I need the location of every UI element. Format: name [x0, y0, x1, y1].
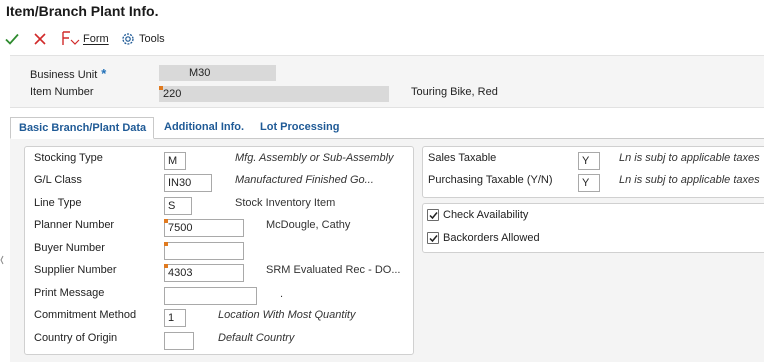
planner-number-label: Planner Number — [34, 219, 115, 231]
tab-bar: Basic Branch/Plant Data Additional Info.… — [10, 117, 764, 139]
flag-marker — [164, 242, 168, 246]
flag-marker — [164, 219, 168, 223]
business-unit-field[interactable]: M30 — [159, 65, 276, 81]
purchasing-taxable-desc: Ln is subj to applicable taxes — [619, 174, 760, 186]
stocking-type-desc: Mfg. Assembly or Sub-Assembly — [235, 152, 394, 164]
sales-taxable-desc: Ln is subj to applicable taxes — [619, 152, 760, 164]
print-message-desc: . — [280, 288, 284, 300]
tools-menu-label: Tools — [139, 33, 165, 45]
flag-marker — [159, 86, 163, 90]
commitment-method-input[interactable]: 1 — [164, 309, 186, 327]
purchasing-taxable-label: Purchasing Taxable (Y/N) — [428, 174, 553, 186]
toolbar: Form Tools — [0, 26, 764, 52]
item-description: Touring Bike, Red — [411, 86, 498, 98]
required-icon: * — [101, 66, 107, 81]
tab-additional-info[interactable]: Additional Info. — [156, 117, 252, 139]
commitment-method-label: Commitment Method — [34, 309, 137, 321]
item-number-label: Item Number — [30, 86, 94, 98]
chevron-left-icon — [0, 255, 4, 265]
line-type-desc: Stock Inventory Item — [235, 197, 336, 209]
tab-basic-branch-plant-data[interactable]: Basic Branch/Plant Data — [10, 117, 154, 139]
item-number-field[interactable]: 220 — [159, 86, 389, 102]
buyer-number-label: Buyer Number — [34, 242, 105, 254]
gl-class-desc: Manufactured Finished Go... — [235, 174, 374, 186]
commitment-method-desc: Location With Most Quantity — [218, 309, 356, 321]
checkmark-icon — [5, 33, 19, 45]
check-availability-label: Check Availability — [443, 209, 529, 221]
form-icon — [62, 31, 80, 45]
line-type-input[interactable]: S — [164, 197, 192, 215]
page-title: Item/Branch Plant Info. — [6, 3, 159, 19]
checkmark-icon — [429, 212, 438, 220]
gl-class-input[interactable]: IN30 — [164, 174, 212, 192]
buyer-number-input[interactable] — [164, 242, 244, 260]
ok-button[interactable] — [4, 29, 20, 49]
stocking-type-label: Stocking Type — [34, 152, 103, 164]
supplier-number-desc: SRM Evaluated Rec - DO... — [266, 264, 401, 276]
print-message-label: Print Message — [34, 287, 105, 299]
header-panel: Business Unit * M30 Item Number 220 Touri… — [10, 55, 764, 108]
gear-icon — [122, 33, 134, 45]
supplier-number-input[interactable]: 4303 — [164, 264, 244, 282]
flag-marker — [164, 264, 168, 268]
close-icon — [34, 33, 46, 45]
backorders-allowed-label: Backorders Allowed — [443, 232, 540, 244]
purchasing-taxable-input[interactable]: Y — [578, 174, 600, 192]
sales-taxable-input[interactable]: Y — [578, 152, 600, 170]
planner-number-desc: McDougle, Cathy — [266, 219, 351, 231]
tools-menu-button[interactable]: Tools — [120, 29, 165, 49]
print-message-input[interactable] — [164, 287, 257, 305]
backorders-allowed-checkbox[interactable] — [427, 232, 439, 244]
gl-class-label: G/L Class — [34, 174, 82, 186]
cancel-button[interactable] — [32, 29, 48, 49]
tab-lot-processing[interactable]: Lot Processing — [252, 117, 347, 139]
checkmark-icon — [429, 235, 438, 243]
check-availability-checkbox[interactable] — [427, 209, 439, 221]
collapse-handle[interactable] — [0, 250, 4, 270]
country-of-origin-input[interactable] — [164, 332, 194, 350]
country-of-origin-desc: Default Country — [218, 332, 295, 344]
business-unit-label: Business Unit * — [30, 66, 107, 81]
sales-taxable-label: Sales Taxable — [428, 152, 497, 164]
form-menu-button[interactable]: Form — [60, 29, 109, 49]
country-of-origin-label: Country of Origin — [34, 332, 118, 344]
line-type-label: Line Type — [34, 197, 82, 209]
stocking-type-input[interactable]: M — [164, 152, 186, 170]
form-menu-label: Form — [83, 33, 109, 45]
supplier-number-label: Supplier Number — [34, 264, 117, 276]
planner-number-input[interactable]: 7500 — [164, 219, 244, 237]
